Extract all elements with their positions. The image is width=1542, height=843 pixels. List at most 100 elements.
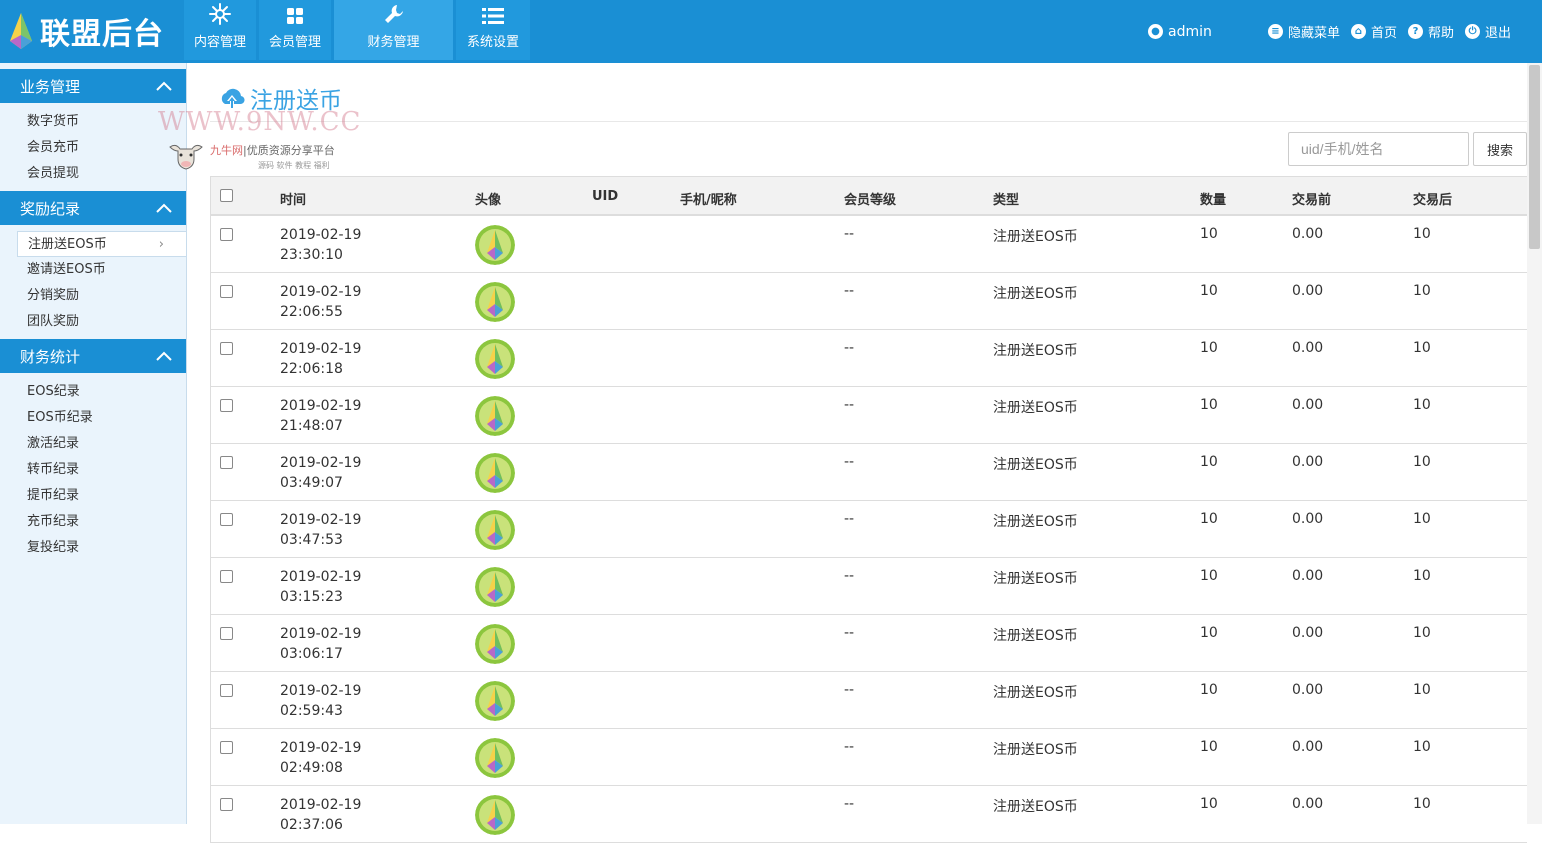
row-checkbox[interactable] <box>220 399 233 412</box>
row-checkbox[interactable] <box>220 570 233 583</box>
sidebar-item-withdraw-records[interactable]: 提币纪录 <box>0 483 186 509</box>
cell-type: 注册送EOS币 <box>993 229 1078 245</box>
search-button[interactable]: 搜索 <box>1473 132 1527 166</box>
row-checkbox[interactable] <box>220 741 233 754</box>
row-checkbox[interactable] <box>220 627 233 640</box>
cell-after: 10 <box>1413 625 1431 641</box>
section-title: 财务统计 <box>20 347 81 366</box>
cell-type: 注册送EOS币 <box>993 343 1078 359</box>
nav-finance-management[interactable]: 财务管理 <box>334 0 453 60</box>
row-checkbox[interactable] <box>220 228 233 241</box>
cell-after: 10 <box>1413 511 1431 527</box>
cell-before: 0.00 <box>1292 397 1324 413</box>
col-after: 交易后 <box>1413 193 1453 208</box>
row-checkbox[interactable] <box>220 285 233 298</box>
cell-after: 10 <box>1413 739 1431 755</box>
row-checkbox[interactable] <box>220 684 233 697</box>
cell-time: 2019-02-19 03:06:17 <box>280 624 361 664</box>
scrollbar[interactable] <box>1527 63 1542 824</box>
divider <box>210 121 1527 122</box>
chevron-up-icon <box>156 203 172 213</box>
logout-icon: ⏻ <box>1465 24 1481 39</box>
cell-level: -- <box>844 682 855 698</box>
sidebar-item-eos-coin-records[interactable]: EOS币纪录 <box>0 405 186 431</box>
table-row: 2019-02-19 21:48:07 -- 注册送EOS币 10 0.00 10 <box>211 387 1527 444</box>
cell-time: 2019-02-19 02:37:06 <box>280 795 361 835</box>
sidebar-item-deposit-records[interactable]: 充币纪录 <box>0 509 186 535</box>
cell-clock: 02:49:08 <box>280 760 343 776</box>
cell-type: 注册送EOS币 <box>993 400 1078 416</box>
cell-quantity: 10 <box>1200 397 1218 413</box>
row-checkbox[interactable] <box>220 798 233 811</box>
cell-clock: 23:30:10 <box>280 247 343 263</box>
nav-system-settings[interactable]: 系统设置 <box>456 0 530 60</box>
logout-link[interactable]: ⏻ 退出 <box>1465 22 1511 41</box>
nav-content-management[interactable]: 内容管理 <box>184 0 256 60</box>
scrollbar-thumb[interactable] <box>1529 65 1540 249</box>
hide-menu-link[interactable]: ≡ 隐藏菜单 <box>1268 22 1340 41</box>
main-content: 注册送币 WWW.9NW.CC 九牛网|优质资源分享平台 源码 软件 教程 福利… <box>158 63 1542 843</box>
sidebar-item-team-reward[interactable]: 团队奖励 <box>0 309 186 335</box>
home-link[interactable]: ⌂ 首页 <box>1351 22 1397 41</box>
sidebar-item-transfer-records[interactable]: 转币纪录 <box>0 457 186 483</box>
section-title: 业务管理 <box>20 77 81 96</box>
cell-level: -- <box>844 796 855 812</box>
cell-level: -- <box>844 283 855 299</box>
sidebar-section-finance-stats[interactable]: 财务统计 <box>0 339 186 373</box>
sidebar-section-rewards[interactable]: 奖励纪录 <box>0 191 186 225</box>
watermark-brand: 九牛网|优质资源分享平台 源码 软件 教程 福利 <box>168 141 335 171</box>
col-time: 时间 <box>280 193 307 208</box>
user-menu[interactable]: ● admin <box>1148 0 1212 63</box>
cell-level: -- <box>844 739 855 755</box>
cell-before: 0.00 <box>1292 340 1324 356</box>
sidebar-item-member-deposit[interactable]: 会员充币 <box>0 135 186 161</box>
sidebar-item-register-eos[interactable]: 注册送EOS币 › <box>17 231 186 257</box>
cell-time: 2019-02-19 02:49:08 <box>280 738 361 778</box>
menu-icon: ≡ <box>1268 24 1283 39</box>
sidebar-item-activation-records[interactable]: 激活纪录 <box>0 431 186 457</box>
cell-type: 注册送EOS币 <box>993 742 1078 758</box>
select-all-checkbox[interactable] <box>220 189 233 202</box>
cell-date: 2019-02-19 <box>280 512 362 528</box>
row-checkbox[interactable] <box>220 342 233 355</box>
cell-date: 2019-02-19 <box>280 740 362 756</box>
avatar <box>475 225 515 265</box>
cell-before: 0.00 <box>1292 682 1324 698</box>
sidebar-item-member-withdraw[interactable]: 会员提现 <box>0 161 186 187</box>
sidebar-item-eos-records[interactable]: EOS纪录 <box>0 379 186 405</box>
row-checkbox[interactable] <box>220 456 233 469</box>
cell-type: 注册送EOS币 <box>993 286 1078 302</box>
table-row: 2019-02-19 23:30:10 -- 注册送EOS币 10 0.00 10 <box>211 216 1527 273</box>
cell-clock: 02:37:06 <box>280 817 343 833</box>
sidebar-section-business[interactable]: 业务管理 <box>0 69 186 103</box>
nav-label: 系统设置 <box>466 35 519 50</box>
cell-before: 0.00 <box>1292 625 1324 641</box>
logo[interactable]: 联盟后台 <box>6 8 164 54</box>
cell-date: 2019-02-19 <box>280 683 362 699</box>
row-checkbox[interactable] <box>220 513 233 526</box>
cell-before: 0.00 <box>1292 226 1324 242</box>
cell-type: 注册送EOS币 <box>993 514 1078 530</box>
avatar <box>475 339 515 379</box>
cell-level: -- <box>844 511 855 527</box>
top-bar: 联盟后台 内容管理 会员管理 财务管理 系统设置 ● admin ≡ 隐藏菜单 … <box>0 0 1542 63</box>
cell-before: 0.00 <box>1292 454 1324 470</box>
nav-member-management[interactable]: 会员管理 <box>259 0 331 60</box>
search-input[interactable] <box>1288 132 1469 166</box>
cell-quantity: 10 <box>1200 340 1218 356</box>
nav-label: 财务管理 <box>367 35 420 50</box>
home-icon: ⌂ <box>1351 24 1367 39</box>
sidebar-item-invite-eos[interactable]: 邀请送EOS币 <box>0 257 186 283</box>
cell-quantity: 10 <box>1200 625 1218 641</box>
chevron-right-icon: › <box>158 237 164 252</box>
avatar <box>475 396 515 436</box>
cell-time: 2019-02-19 03:47:53 <box>280 510 361 550</box>
cell-clock: 22:06:18 <box>280 361 343 377</box>
avatar <box>475 681 515 721</box>
cell-clock: 21:48:07 <box>280 418 343 434</box>
cell-after: 10 <box>1413 682 1431 698</box>
sidebar-item-distribution-reward[interactable]: 分销奖励 <box>0 283 186 309</box>
help-link[interactable]: ? 帮助 <box>1408 22 1454 41</box>
cell-level: -- <box>844 454 855 470</box>
sidebar-item-reinvest-records[interactable]: 复投纪录 <box>0 535 186 561</box>
